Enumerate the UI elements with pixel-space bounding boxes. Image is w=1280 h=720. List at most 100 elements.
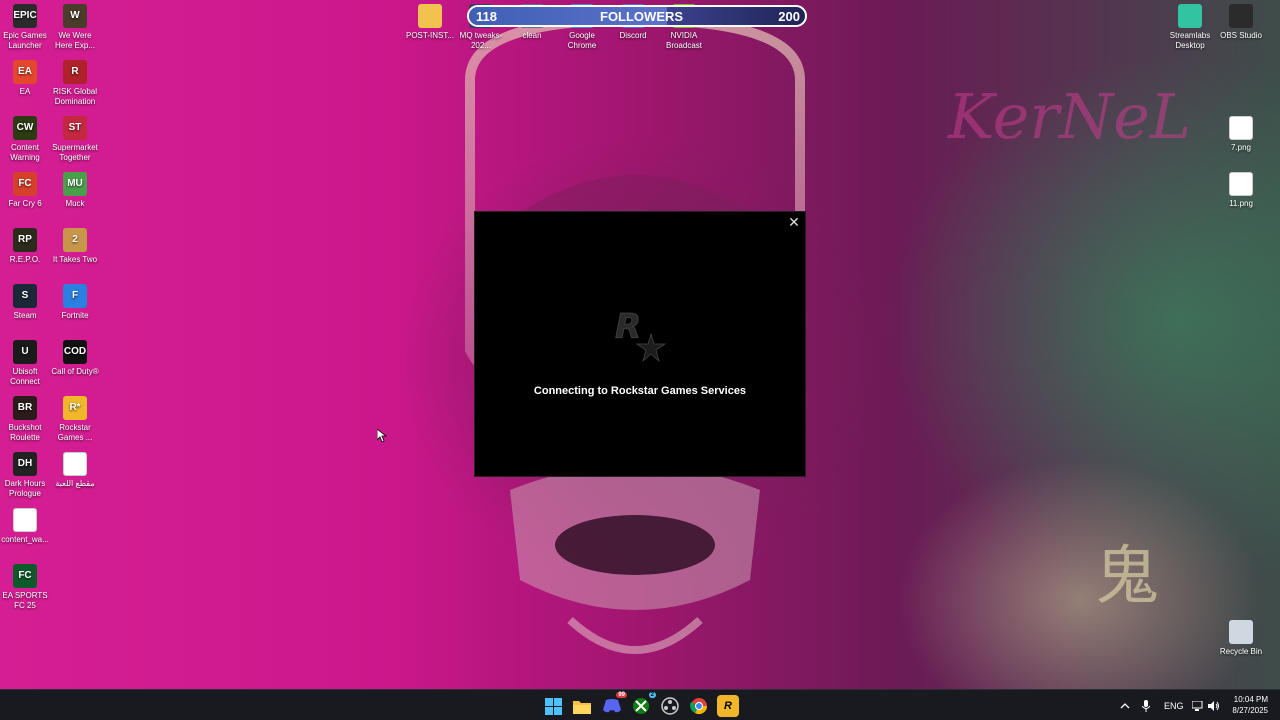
desktop-shortcut-label: Recycle Bin <box>1219 647 1263 656</box>
steam-icon: S <box>13 284 37 308</box>
tray-language[interactable]: ENG <box>1164 690 1184 720</box>
follower-current-count: 118 <box>476 9 497 24</box>
desktop-shortcut[interactable]: 2 It Takes Two <box>49 224 101 265</box>
desktop-shortcut[interactable]: EA EA <box>0 56 51 97</box>
desktop-shortcut[interactable]: DH Dark Hours Prologue <box>0 448 51 499</box>
desktop-shortcut-label: Rockstar Games ... <box>57 423 93 442</box>
desktop-shortcut-label: Ubisoft Connect <box>10 367 40 386</box>
desktop-shortcut[interactable]: U Ubisoft Connect <box>0 336 51 387</box>
taskbar-obs[interactable] <box>659 695 681 717</box>
desktop-shortcut[interactable]: R* Rockstar Games ... <box>49 392 101 443</box>
tray-volume[interactable] <box>1208 690 1220 720</box>
taskbar-discord[interactable]: 99 <box>601 692 627 717</box>
desktop-shortcut[interactable]: OBS Studio <box>1215 0 1267 41</box>
dark-hours-icon: DH <box>13 452 37 476</box>
desktop-shortcut[interactable]: content_wa... <box>0 504 51 545</box>
desktop-shortcut[interactable]: R RISK Global Domination <box>49 56 101 107</box>
taskbar-rockstar[interactable]: R <box>717 695 739 717</box>
start-button[interactable] <box>542 695 564 717</box>
desktop-shortcut-label: It Takes Two <box>52 255 98 264</box>
ubisoft-connect-icon: U <box>13 340 37 364</box>
obs-icon <box>661 697 679 715</box>
desktop-shortcut[interactable]: مقطع اللعبة <box>49 448 101 489</box>
speaker-icon <box>1208 700 1219 711</box>
tray-show-hidden[interactable] <box>1120 690 1130 720</box>
desktop-shortcut-label: clean <box>522 31 542 40</box>
desktop-shortcut[interactable]: S Steam <box>0 280 51 321</box>
desktop-shortcut[interactable]: 7.png <box>1215 112 1267 153</box>
supermarket-together-icon: ST <box>63 116 87 140</box>
chevron-up-icon <box>1120 702 1130 708</box>
connecting-status-text: Connecting to Rockstar Games Services <box>533 385 747 397</box>
desktop-shortcut-label: Buckshot Roulette <box>8 423 42 442</box>
desktop-shortcut[interactable]: FC EA SPORTS FC 25 <box>0 560 51 611</box>
desktop-shortcut-label: POST-INST... <box>405 31 454 40</box>
mouse-cursor-icon <box>377 429 387 443</box>
desktop-shortcut-label: Dark Hours Prologue <box>4 479 46 498</box>
desktop-shortcut-label: OBS Studio <box>1220 31 1262 40</box>
rockstar-icon: R <box>724 700 732 712</box>
desktop-shortcut-label: MQ tweaks-202... <box>459 31 503 50</box>
desktop-shortcut-label: 7.png <box>1230 143 1252 152</box>
desktop-shortcut-label: 11.png <box>1229 199 1253 208</box>
desktop-shortcut[interactable]: F Fortnite <box>49 280 101 321</box>
we-were-here-icon: W <box>63 4 87 28</box>
desktop-shortcut-label: Far Cry 6 <box>8 199 42 208</box>
desktop-shortcut[interactable]: EPIC Epic Games Launcher <box>0 0 51 51</box>
desktop-shortcut[interactable]: W We Were Here Exp... <box>49 0 101 51</box>
desktop-shortcut-label: Google Chrome <box>567 31 597 50</box>
desktop-shortcut[interactable]: FC Far Cry 6 <box>0 168 51 209</box>
muck-icon: MU <box>63 172 87 196</box>
desktop-shortcut-label: Fortnite <box>61 311 89 320</box>
recycle-bin-icon <box>1229 620 1253 644</box>
microphone-icon <box>1142 699 1150 712</box>
desktop-shortcut[interactable]: Streamlabs Desktop <box>1164 0 1216 51</box>
desktop-shortcut[interactable]: 11.png <box>1215 168 1267 209</box>
desktop-shortcut-label: EA SPORTS FC 25 <box>2 591 48 610</box>
repo-icon: RP <box>13 228 37 252</box>
rockstar-logo-icon: R <box>615 307 667 363</box>
desktop-shortcut-label: Streamlabs Desktop <box>1169 31 1211 50</box>
desktop-shortcut[interactable]: Recycle Bin <box>1215 616 1267 657</box>
desktop-shortcut-label: Steam <box>13 311 37 320</box>
desktop-shortcut-label: RISK Global Domination <box>52 87 98 106</box>
desktop-shortcut-label: Call of Duty® <box>51 367 99 376</box>
content-warning-icon: CW <box>13 116 37 140</box>
network-icon <box>1192 700 1203 711</box>
post-install-folder-icon <box>418 4 442 28</box>
desktop-shortcut-label: Epic Games Launcher <box>3 31 47 50</box>
desktop-shortcut-label: content_wa... <box>1 535 49 544</box>
discord-badge: 99 <box>616 692 627 698</box>
it-takes-two-icon: 2 <box>63 228 87 252</box>
clock-time: 10:04 PM <box>1233 695 1268 704</box>
desktop-shortcut-label: R.E.P.O. <box>9 255 41 264</box>
obs-studio-icon <box>1229 4 1253 28</box>
xbox-icon <box>633 698 649 714</box>
taskbar-xbox[interactable]: 2 <box>630 692 656 717</box>
desktop-shortcut[interactable]: MU Muck <box>49 168 101 209</box>
follower-goal-bar: 118 FOLLOWERS 200 <box>467 5 807 27</box>
desktop-shortcut[interactable]: BR Buckshot Roulette <box>0 392 51 443</box>
desktop-shortcut[interactable]: ST Supermarket Together <box>49 112 101 163</box>
follower-goal-count: 200 <box>778 9 800 24</box>
desktop-shortcut[interactable]: RP R.E.P.O. <box>0 224 51 265</box>
far-cry-6-icon: FC <box>13 172 37 196</box>
desktop-shortcut-label: We Were Here Exp... <box>54 31 95 50</box>
tray-network[interactable] <box>1192 690 1204 720</box>
taskbar-clock[interactable]: 10:04 PM 8/27/2025 <box>1232 694 1268 716</box>
call-of-duty-icon: COD <box>63 340 87 364</box>
tray-microphone[interactable] <box>1142 690 1150 720</box>
close-icon[interactable]: ✕ <box>787 215 801 229</box>
xbox-badge: 2 <box>648 692 656 698</box>
desktop-shortcut[interactable]: CW Content Warning <box>0 112 51 163</box>
taskbar-chrome[interactable] <box>688 695 710 717</box>
windows-logo-icon <box>544 697 562 715</box>
rockstar-launcher-dialog: ✕ R Connecting to Rockstar Games Service… <box>474 211 806 477</box>
taskbar-file-explorer[interactable] <box>571 695 593 717</box>
desktop-shortcut-label: Muck <box>65 199 85 208</box>
rockstar-games-icon: R* <box>63 396 87 420</box>
desktop-shortcut[interactable]: COD Call of Duty® <box>49 336 101 377</box>
streamlabs-icon <box>1178 4 1202 28</box>
desktop-shortcut[interactable]: POST-INST... <box>404 0 456 41</box>
desktop-shortcut-label: NVIDIA Broadcast <box>665 31 703 50</box>
